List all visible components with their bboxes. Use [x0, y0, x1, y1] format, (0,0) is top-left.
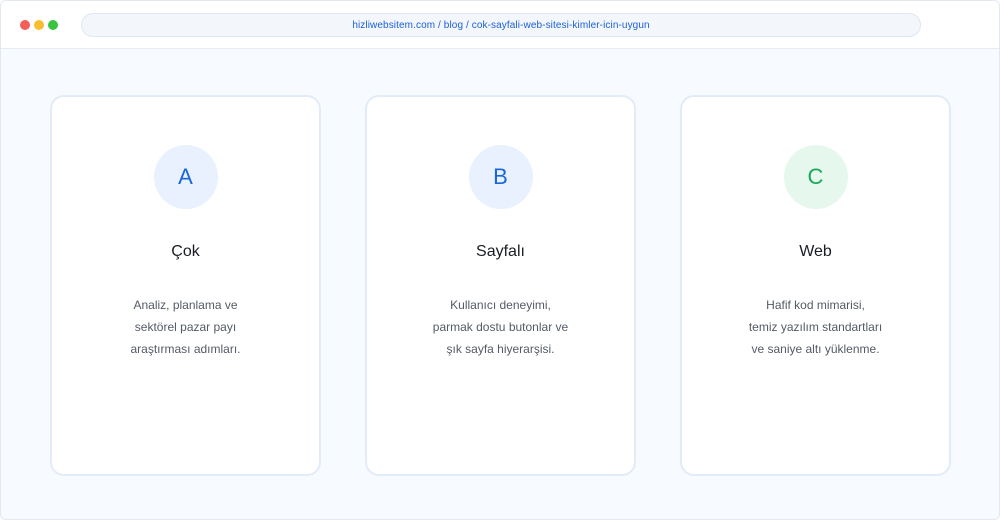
card-description-line: Hafif kod mimarisi, — [766, 298, 865, 312]
card-description: Analiz, planlama ve sektörel pazar payı … — [72, 294, 299, 360]
card-description-line: Kullanıcı deneyimi, — [450, 298, 551, 312]
minimize-window-button[interactable] — [34, 20, 44, 30]
card-badge: C — [783, 145, 848, 209]
card-description-line: şık sayfa hiyerarşisi. — [446, 342, 555, 356]
card-badge: B — [468, 145, 533, 209]
browser-titlebar: hizliwebsitem.com / blog / cok-sayfali-w… — [1, 1, 999, 49]
card-description-line: ve saniye altı yüklenme. — [751, 342, 880, 356]
card-badge: A — [153, 145, 218, 209]
card-title: Sayfalı — [476, 243, 525, 260]
card-description-line: Analiz, planlama ve — [133, 298, 238, 312]
card-title: Web — [799, 243, 832, 260]
address-bar[interactable]: hizliwebsitem.com / blog / cok-sayfali-w… — [81, 13, 921, 37]
close-window-button[interactable] — [20, 20, 30, 30]
feature-card-web: C Web Hafif kod mimarisi, temiz yazılım … — [680, 95, 951, 476]
maximize-window-button[interactable] — [48, 20, 58, 30]
feature-card-sayfali: B Sayfalı Kullanıcı deneyimi, parmak dos… — [365, 95, 636, 476]
address-url: hizliwebsitem.com / blog / cok-sayfali-w… — [352, 19, 650, 31]
card-description-line: araştırması adımları. — [130, 342, 241, 356]
card-title: Çok — [171, 243, 200, 260]
card-description-line: sektörel pazar payı — [134, 320, 237, 334]
feature-card-cok: A Çok Analiz, planlama ve sektörel pazar… — [50, 95, 321, 476]
page-content: A Çok Analiz, planlama ve sektörel pazar… — [1, 49, 999, 519]
card-description: Hafif kod mimarisi, temiz yazılım standa… — [702, 294, 929, 360]
browser-window: hizliwebsitem.com / blog / cok-sayfali-w… — [0, 0, 1000, 520]
card-description-line: temiz yazılım standartları — [748, 320, 883, 334]
card-description-line: parmak dostu butonlar ve — [432, 320, 569, 334]
card-description: Kullanıcı deneyimi, parmak dostu butonla… — [387, 294, 614, 360]
